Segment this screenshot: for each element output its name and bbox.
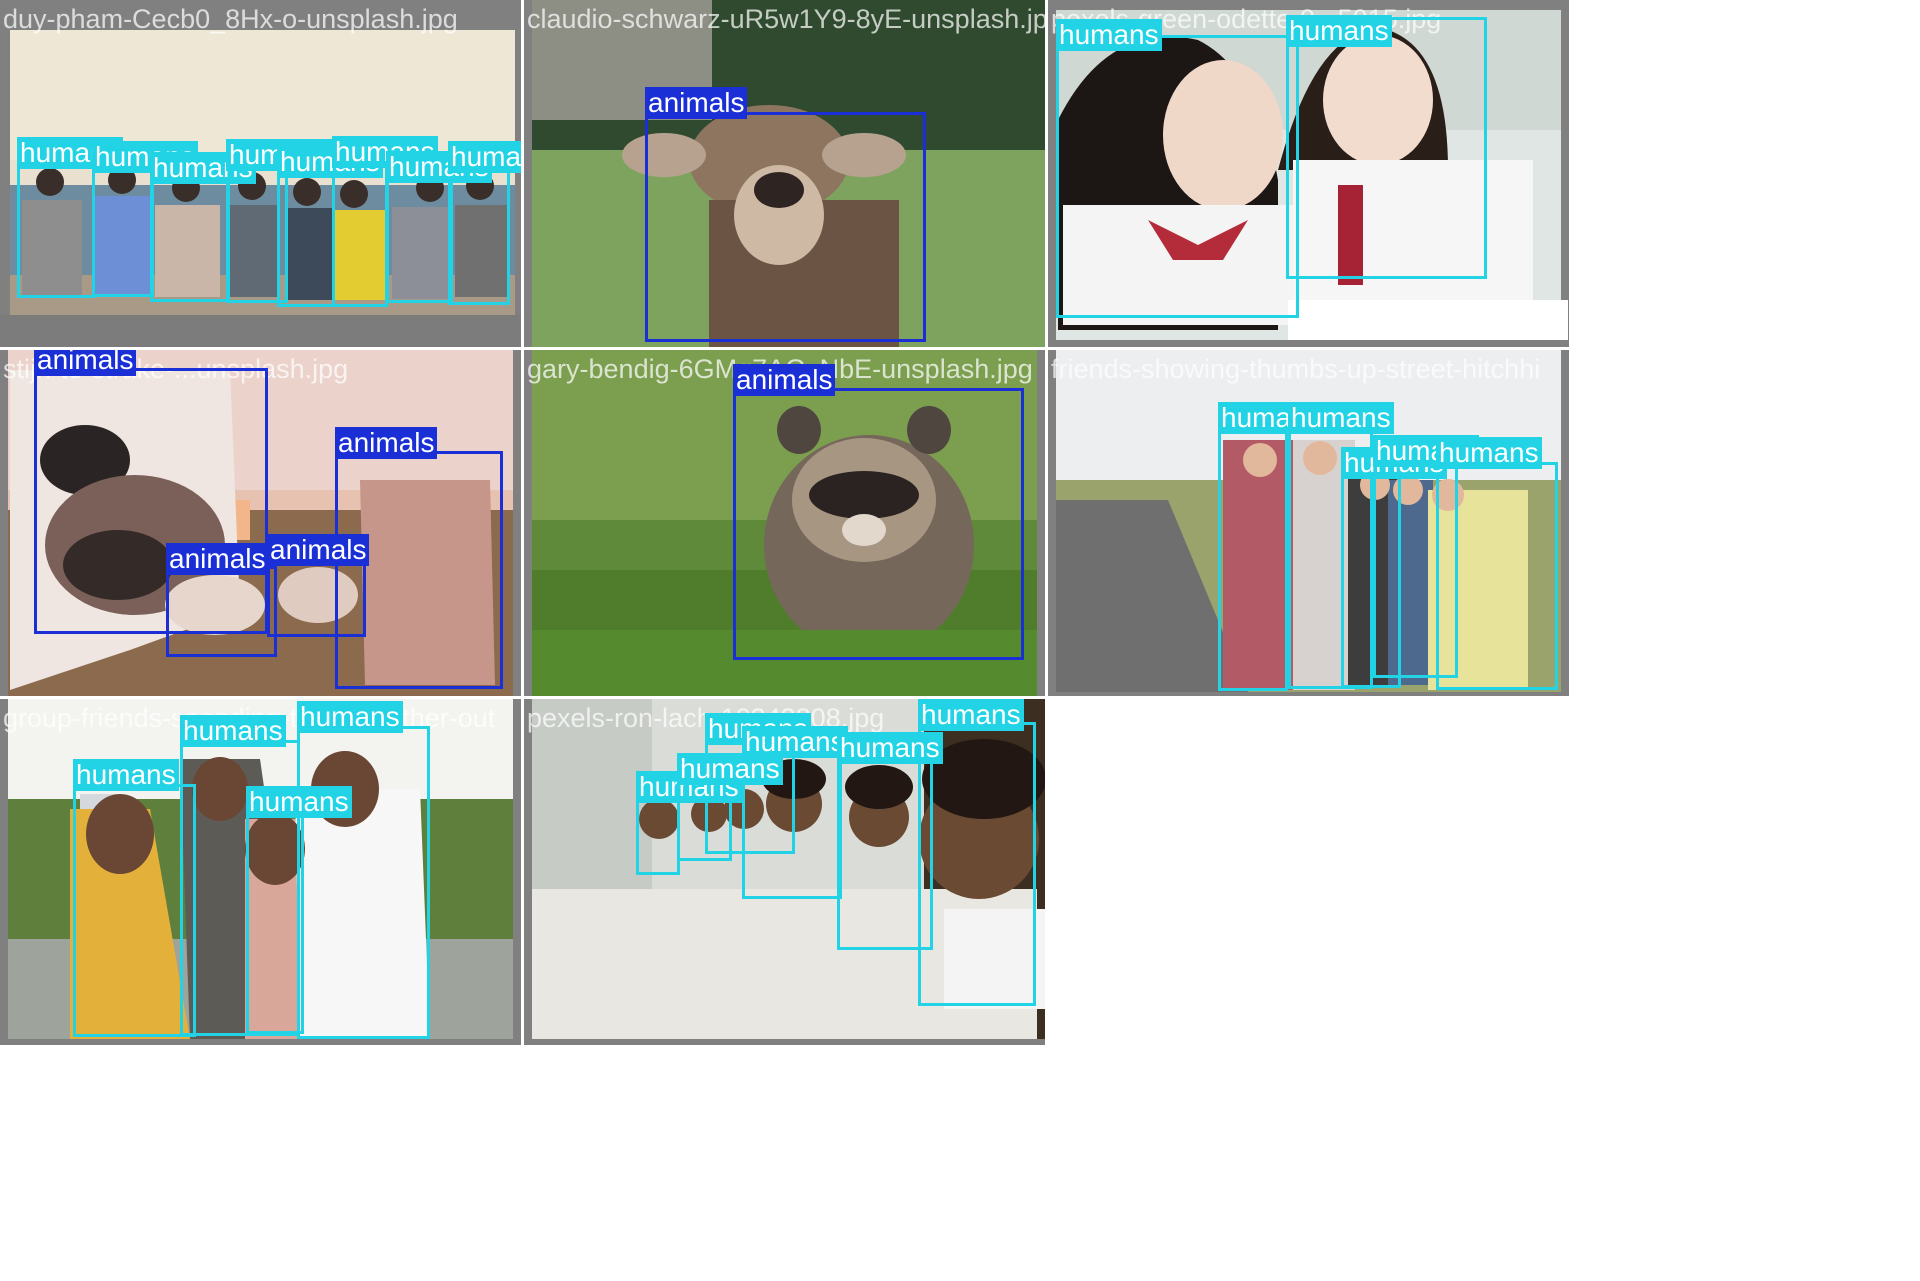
bbox-humans <box>918 722 1036 1006</box>
bbox-label: humans <box>1286 15 1392 47</box>
bbox-humans <box>73 784 196 1037</box>
image-tile[interactable]: pexels-green-odette-9...5015.jpg humans … <box>1048 0 1569 347</box>
bbox-animals <box>733 388 1024 660</box>
bbox-animals <box>267 557 366 637</box>
bbox-label: humans <box>918 699 1024 731</box>
bbox-humans <box>246 809 304 1034</box>
image-tile[interactable]: duy-pham-Cecb0_8Hx-o-unsplash.jpg humans… <box>0 0 521 347</box>
image-tile[interactable]: friends-showing-thumbs-up-street-hitchhi… <box>1048 350 1569 696</box>
tile-filename: duy-pham-Cecb0_8Hx-o-unsplash.jpg <box>3 4 458 34</box>
bbox-humans <box>386 177 453 303</box>
bbox-label: animals <box>166 543 269 575</box>
image-tile[interactable]: stijn-te-strake-...unsplash.jpg animals … <box>0 350 521 696</box>
bbox-label: humans <box>180 715 286 747</box>
bbox-humans <box>17 163 95 298</box>
bbox-humans <box>1286 17 1487 279</box>
bbox-label: humans <box>1056 19 1162 51</box>
detection-result-grid: duy-pham-Cecb0_8Hx-o-unsplash.jpg humans… <box>0 0 1920 1281</box>
bbox-humans <box>1436 462 1558 690</box>
bbox-label: animals <box>733 364 836 396</box>
image-tile[interactable]: group-friends-spending-time-together-out… <box>0 699 521 1045</box>
bbox-humans <box>332 162 388 307</box>
bbox-label: humans <box>246 786 352 818</box>
bbox-label: humans <box>1288 402 1394 434</box>
bbox-humans <box>1056 35 1299 318</box>
bbox-label: animals <box>645 87 748 119</box>
bbox-humans <box>277 170 335 307</box>
image-tile[interactable]: claudio-schwarz-uR5w1Y9-8yE-unsplash.jpg… <box>524 0 1045 347</box>
bbox-humans <box>636 795 680 875</box>
bbox-animals <box>166 566 277 657</box>
bbox-label: humans <box>742 726 848 758</box>
bbox-label: humans <box>297 701 403 733</box>
bbox-humans <box>150 177 230 302</box>
bbox-humans <box>92 165 154 297</box>
bbox-humans <box>297 726 430 1039</box>
bbox-label: humans <box>73 759 179 791</box>
bbox-label: humans <box>837 732 943 764</box>
bbox-label: humans <box>448 141 521 173</box>
bbox-humans <box>1218 427 1288 691</box>
tile-filename: claudio-schwarz-uR5w1Y9-8yE-unsplash.jpg <box>527 4 1045 34</box>
bbox-label: humans <box>1436 437 1542 469</box>
tile-filename: friends-showing-thumbs-up-street-hitchhi <box>1051 354 1541 384</box>
image-tile[interactable]: gary-bendig-6GMq7AGxNbE-unsplash.jpg ani… <box>524 350 1045 696</box>
bbox-humans <box>448 167 510 305</box>
image-tile[interactable]: pexels-ron-lach-10343808.jpg humans huma… <box>524 699 1045 1045</box>
bbox-label: animals <box>34 350 137 376</box>
bbox-label: animals <box>335 427 438 459</box>
bbox-label: animals <box>267 534 370 566</box>
bbox-animals <box>645 112 926 342</box>
